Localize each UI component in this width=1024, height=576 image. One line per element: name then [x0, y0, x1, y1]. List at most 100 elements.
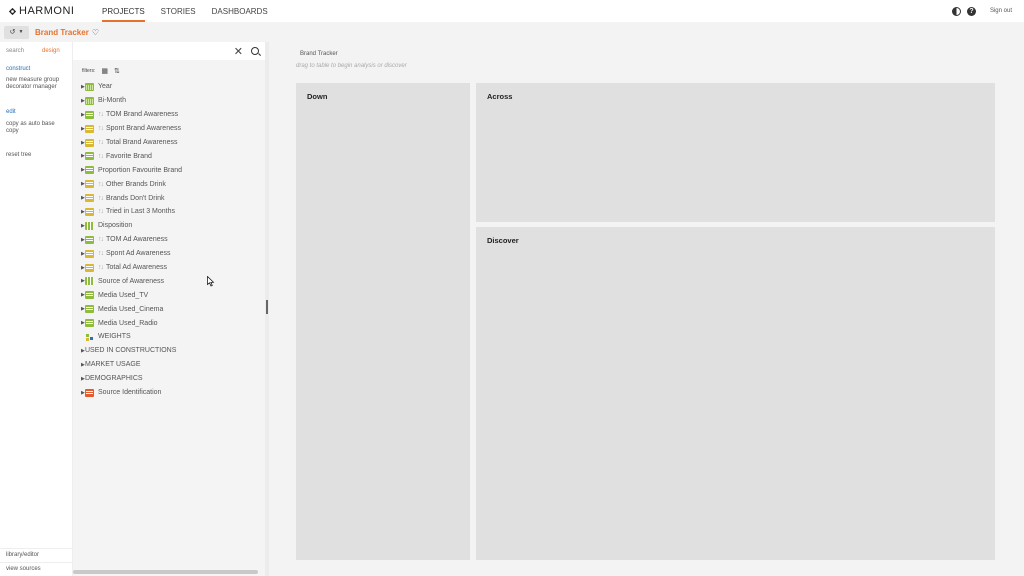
contrast-toggle-icon[interactable] [951, 6, 961, 16]
category-icon [85, 110, 94, 119]
search-icon[interactable] [251, 47, 259, 55]
sort-filter-icon[interactable]: ⇅ [114, 67, 120, 75]
caret-right-icon[interactable]: ▶ [73, 84, 85, 90]
caret-right-icon[interactable]: ▶ [73, 126, 85, 132]
tree-node[interactable]: ▶ ↑↓ Spont Ad Awareness [73, 247, 265, 261]
history-icon: ↺ [9, 29, 16, 36]
new-measure-group-link[interactable]: new measure group [0, 77, 72, 84]
tab-design[interactable]: design [36, 48, 72, 54]
tree-node[interactable]: ▶ Proportion Favourite Brand [73, 163, 265, 177]
discover-drop-zone[interactable]: Discover [476, 227, 995, 560]
tree-node[interactable]: ▶ ↑↓ Favorite Brand [73, 149, 265, 163]
grid-icon [85, 277, 94, 286]
caret-right-icon[interactable]: ▶ [73, 320, 85, 326]
nav-dashboards[interactable]: DASHBOARDS [212, 0, 268, 22]
tree-node[interactable]: ▶ Source of Awareness [73, 274, 265, 288]
view-sources-link[interactable]: view sources [0, 562, 73, 576]
tree-horizontal-scrollbar[interactable] [73, 570, 258, 574]
tree-node[interactable]: ▶ Media Used_Radio [73, 316, 265, 330]
caret-right-icon[interactable]: ▶ [73, 251, 85, 257]
favorite-heart-icon[interactable]: ♡ [92, 28, 99, 37]
canvas-hint: drag to table to begin analysis or disco… [296, 63, 407, 69]
tree-node[interactable]: WEIGHTS [73, 330, 265, 344]
tree-node[interactable]: ▶ USED IN CONSTRUCTIONS [73, 344, 265, 358]
tree-node[interactable]: ▶ Bi-Month [73, 94, 265, 108]
rail-tabs: search design [0, 42, 72, 60]
grid-filter-icon[interactable]: ▦ [101, 67, 108, 75]
multi-icon [85, 194, 94, 203]
sort-arrows-icon: ↑↓ [98, 194, 104, 202]
tree-search-row: ✕ [73, 42, 265, 60]
sign-out-link[interactable]: Sign out [990, 8, 1012, 14]
caret-right-icon[interactable]: ▶ [73, 112, 85, 118]
date-icon [85, 96, 94, 105]
tree-node[interactable]: ▶ ↑↓ Brands Don't Drink [73, 191, 265, 205]
nav-stories[interactable]: STORIES [161, 0, 196, 22]
category-icon [85, 305, 94, 314]
tree-node[interactable]: ▶ ↑↓ Tried in Last 3 Months [73, 205, 265, 219]
tree-node[interactable]: ▶ ↑↓ Other Brands Drink [73, 177, 265, 191]
tree-node[interactable]: ▶ Disposition [73, 219, 265, 233]
tree-node[interactable]: ▶ DEMOGRAPHICS [73, 372, 265, 386]
discover-label: Discover [487, 236, 519, 245]
tree-node[interactable]: ▶ ↑↓ Total Ad Awareness [73, 261, 265, 275]
reset-tree-link[interactable]: reset tree [0, 152, 72, 159]
multi-icon [85, 263, 94, 272]
construct-heading[interactable]: construct [0, 66, 72, 73]
decorator-manager-link[interactable]: decorator manager [0, 84, 72, 91]
caret-right-icon[interactable]: ▶ [73, 181, 85, 187]
caret-right-icon[interactable]: ▶ [73, 153, 85, 159]
history-dropdown-button[interactable]: ↺ ▼ [4, 25, 29, 39]
tree-node[interactable]: ▶ MARKET USAGE [73, 358, 265, 372]
across-drop-zone[interactable]: Across [476, 83, 995, 222]
caret-right-icon[interactable]: ▶ [73, 362, 85, 368]
help-icon[interactable]: ? [966, 6, 976, 16]
tree-node[interactable]: ▶ Media Used_Cinema [73, 302, 265, 316]
splitter-handle[interactable] [266, 300, 268, 314]
copy-as-auto-base-link[interactable]: copy as auto base [0, 121, 72, 128]
grid-icon [85, 221, 94, 230]
harmoni-logo[interactable]: HARMONI [8, 5, 94, 17]
tree-node-label: Source of Awareness [98, 277, 165, 285]
rail-bottom-links: library/editor view sources [0, 548, 73, 576]
caret-right-icon[interactable]: ▶ [73, 278, 85, 284]
tree-node-label: Other Brands Drink [106, 180, 166, 188]
caret-right-icon[interactable]: ▶ [73, 376, 85, 382]
tree-node[interactable]: ▶ Media Used_TV [73, 288, 265, 302]
mouse-cursor-icon [207, 276, 215, 287]
caret-right-icon[interactable]: ▶ [73, 223, 85, 229]
analysis-canvas: Brand Tracker drag to table to begin ana… [269, 42, 1024, 576]
tree-node[interactable]: ▶ ↑↓ Total Brand Awareness [73, 136, 265, 150]
down-drop-zone[interactable]: Down [296, 83, 470, 560]
copy-link[interactable]: copy [0, 128, 72, 135]
caret-right-icon[interactable]: ▶ [73, 209, 85, 215]
caret-right-icon[interactable]: ▶ [73, 98, 85, 104]
close-icon[interactable]: ✕ [234, 45, 243, 58]
caret-right-icon[interactable]: ▶ [73, 140, 85, 146]
caret-right-icon[interactable]: ▶ [73, 195, 85, 201]
edit-heading[interactable]: edit [0, 109, 72, 116]
tab-search[interactable]: search [0, 48, 36, 54]
tree-node[interactable]: ▶ ↑↓ TOM Brand Awareness [73, 108, 265, 122]
caret-right-icon[interactable]: ▶ [73, 306, 85, 312]
category-icon [85, 319, 94, 328]
library-editor-link[interactable]: library/editor [0, 548, 73, 562]
sort-arrows-icon: ↑↓ [98, 125, 104, 133]
tree-node[interactable]: ▶ ↑↓ TOM Ad Awareness [73, 233, 265, 247]
caret-right-icon[interactable]: ▶ [73, 265, 85, 271]
category-icon [85, 235, 94, 244]
sort-arrows-icon: ↑↓ [98, 152, 104, 160]
caret-right-icon[interactable]: ▶ [73, 390, 85, 396]
nav-projects[interactable]: PROJECTS [102, 0, 145, 22]
source-icon [85, 388, 94, 397]
tree-node[interactable]: ▶ ↑↓ Spont Brand Awareness [73, 122, 265, 136]
tree-node[interactable]: ▶ Year [73, 80, 265, 94]
caret-right-icon[interactable]: ▶ [73, 348, 85, 354]
caret-right-icon[interactable]: ▶ [73, 292, 85, 298]
caret-right-icon[interactable]: ▶ [73, 237, 85, 243]
weights-icon [85, 333, 94, 341]
category-icon [85, 152, 94, 161]
tree-node[interactable]: ▶ Source Identification [73, 386, 265, 400]
top-nav-bar: HARMONI PROJECTS STORIES DASHBOARDS ? Si… [0, 0, 1024, 22]
caret-right-icon[interactable]: ▶ [73, 167, 85, 173]
